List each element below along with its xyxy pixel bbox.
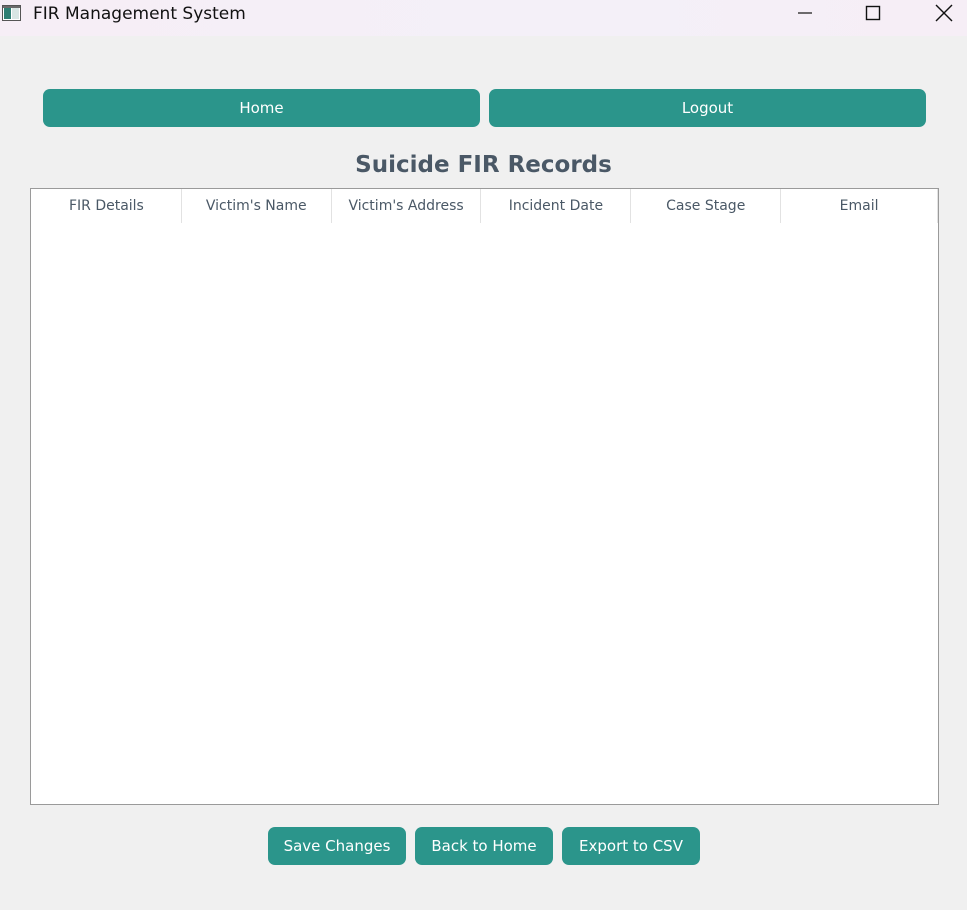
export-csv-button[interactable]: Export to CSV (562, 827, 700, 865)
app-window-icon (2, 5, 21, 21)
table-header: FIR Details Victim's Name Victim's Addre… (32, 189, 938, 223)
column-header-incident-date[interactable]: Incident Date (481, 189, 632, 223)
maximize-icon (865, 5, 881, 25)
column-header-email[interactable]: Email (781, 189, 938, 223)
logout-button[interactable]: Logout (489, 89, 926, 127)
save-changes-button[interactable]: Save Changes (268, 827, 406, 865)
minimize-icon (797, 5, 813, 25)
home-button[interactable]: Home (43, 89, 480, 127)
column-header-victims-name[interactable]: Victim's Name (182, 189, 332, 223)
back-to-home-button[interactable]: Back to Home (415, 827, 553, 865)
close-icon (935, 4, 953, 26)
page-title: Suicide FIR Records (355, 152, 612, 178)
column-header-case-stage[interactable]: Case Stage (631, 189, 782, 223)
table-body[interactable] (31, 223, 938, 803)
title-bar[interactable]: FIR Management System (0, 0, 967, 36)
records-table[interactable]: FIR Details Victim's Name Victim's Addre… (30, 188, 939, 805)
close-button[interactable] (921, 0, 967, 30)
app-window: FIR Management System Home Logout Suicid… (0, 0, 967, 910)
maximize-button[interactable] (850, 0, 896, 30)
minimize-button[interactable] (782, 0, 828, 30)
column-header-victims-address[interactable]: Victim's Address (332, 189, 482, 223)
column-header-fir-details[interactable]: FIR Details (32, 189, 182, 223)
window-title: FIR Management System (33, 4, 246, 24)
